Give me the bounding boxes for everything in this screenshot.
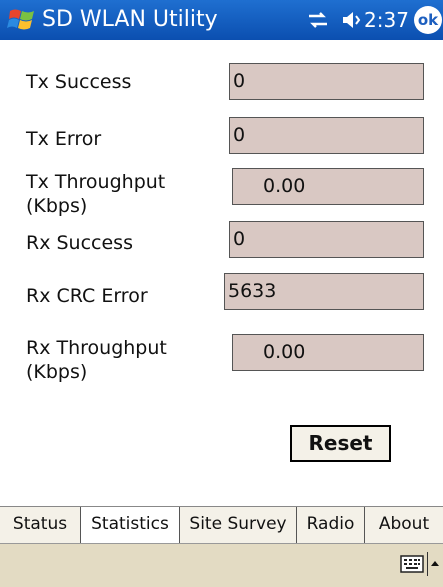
tx-throughput-field: 0.00: [232, 168, 424, 205]
tab-radio[interactable]: Radio: [297, 507, 365, 543]
clock[interactable]: 2:37: [364, 5, 409, 35]
tab-site-survey[interactable]: Site Survey: [180, 507, 297, 543]
rx-throughput-label: Rx Throughput (Kbps): [26, 337, 167, 383]
reset-button[interactable]: Reset: [290, 425, 391, 462]
tx-error-field: 0: [229, 117, 424, 154]
tab-about[interactable]: About: [365, 507, 443, 543]
command-bar: [0, 543, 443, 587]
title-bar: SD WLAN Utility 2:37 ok: [0, 0, 443, 40]
tab-bar: Status Statistics Site Survey Radio Abou…: [0, 506, 443, 543]
rx-crc-error-field: 5633: [224, 273, 424, 310]
input-menu-arrow-icon[interactable]: [427, 552, 442, 576]
tab-statistics[interactable]: Statistics: [81, 507, 180, 543]
tx-success-label: Tx Success: [26, 71, 132, 93]
connectivity-icon[interactable]: [306, 9, 330, 31]
tx-success-field: 0: [229, 63, 424, 100]
tx-throughput-label: Tx Throughput (Kbps): [26, 171, 166, 217]
keyboard-icon[interactable]: [400, 554, 424, 574]
tab-status[interactable]: Status: [0, 507, 81, 543]
app-title: SD WLAN Utility: [42, 7, 218, 32]
speaker-icon[interactable]: [340, 9, 364, 31]
rx-success-field: 0: [229, 221, 424, 258]
rx-throughput-field: 0.00: [232, 334, 424, 371]
windows-start-icon[interactable]: [7, 5, 37, 35]
tx-error-label: Tx Error: [26, 128, 102, 150]
rx-success-label: Rx Success: [26, 232, 133, 254]
ok-button[interactable]: ok: [414, 6, 442, 34]
rx-crc-error-label: Rx CRC Error: [26, 285, 148, 307]
